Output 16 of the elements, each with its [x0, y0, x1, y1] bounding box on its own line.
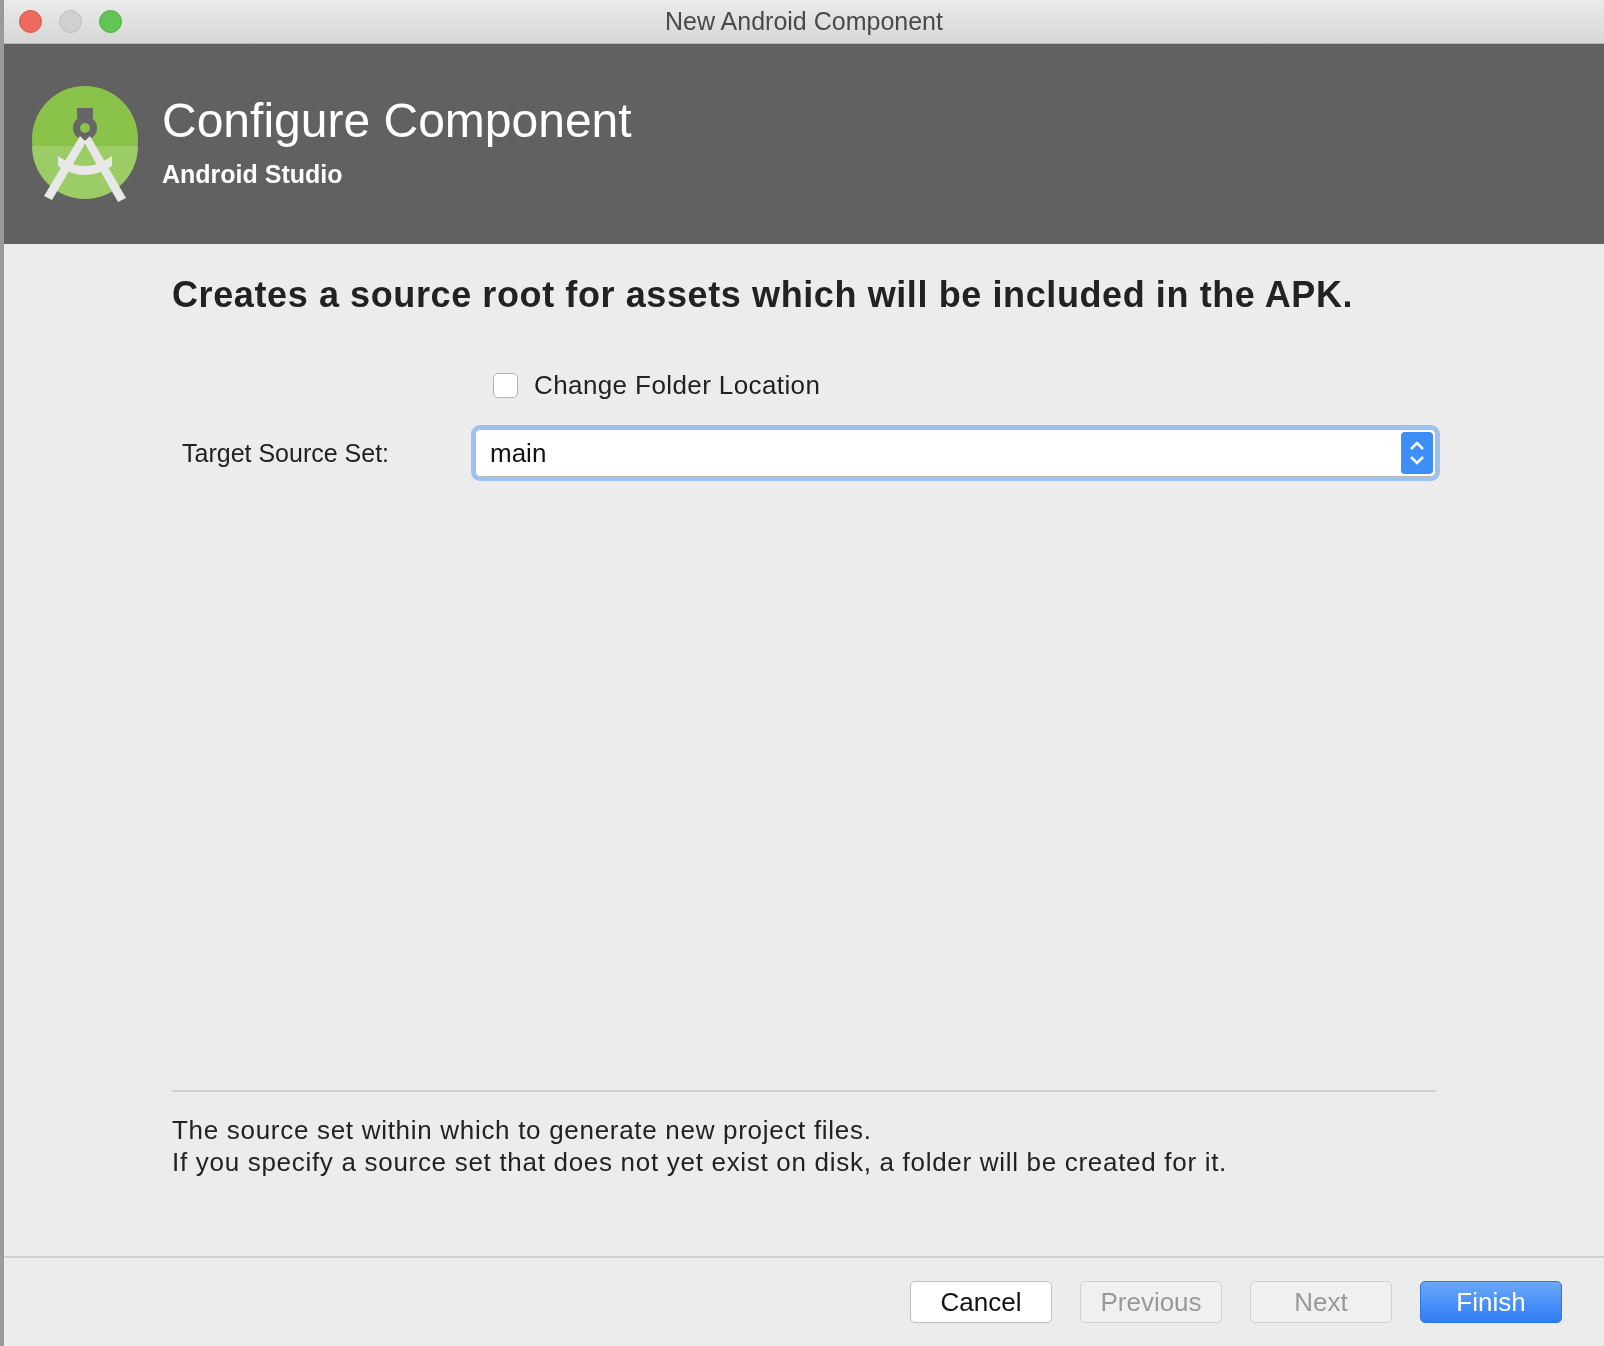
field-label: Target Source Set: [181, 438, 391, 468]
description-text: Creates a source root for assets which will be included in the APK. [172, 274, 1355, 316]
checkbox[interactable] [493, 373, 518, 398]
up-down-chevron-icon [1401, 432, 1433, 474]
dialog-button[interactable]: Cancel [910, 1281, 1052, 1323]
minimize-button[interactable] [59, 10, 82, 33]
compass-logo-icon [30, 84, 140, 204]
help-text: If you specify a source set that does not yet exist on disk, a folder will be created for it. [172, 1146, 1229, 1178]
zoom-button[interactable] [99, 10, 122, 33]
help-text: The source set within which to generate new project files. [172, 1114, 873, 1146]
window-title: New Android Component [665, 7, 943, 36]
checkbox-label: Change Folder Location [534, 370, 821, 401]
close-button[interactable] [19, 10, 42, 33]
header-subtitle: Android Studio [162, 159, 344, 189]
finish-button[interactable]: Finish [1420, 1281, 1562, 1323]
header-title: Configure Component [162, 95, 632, 148]
